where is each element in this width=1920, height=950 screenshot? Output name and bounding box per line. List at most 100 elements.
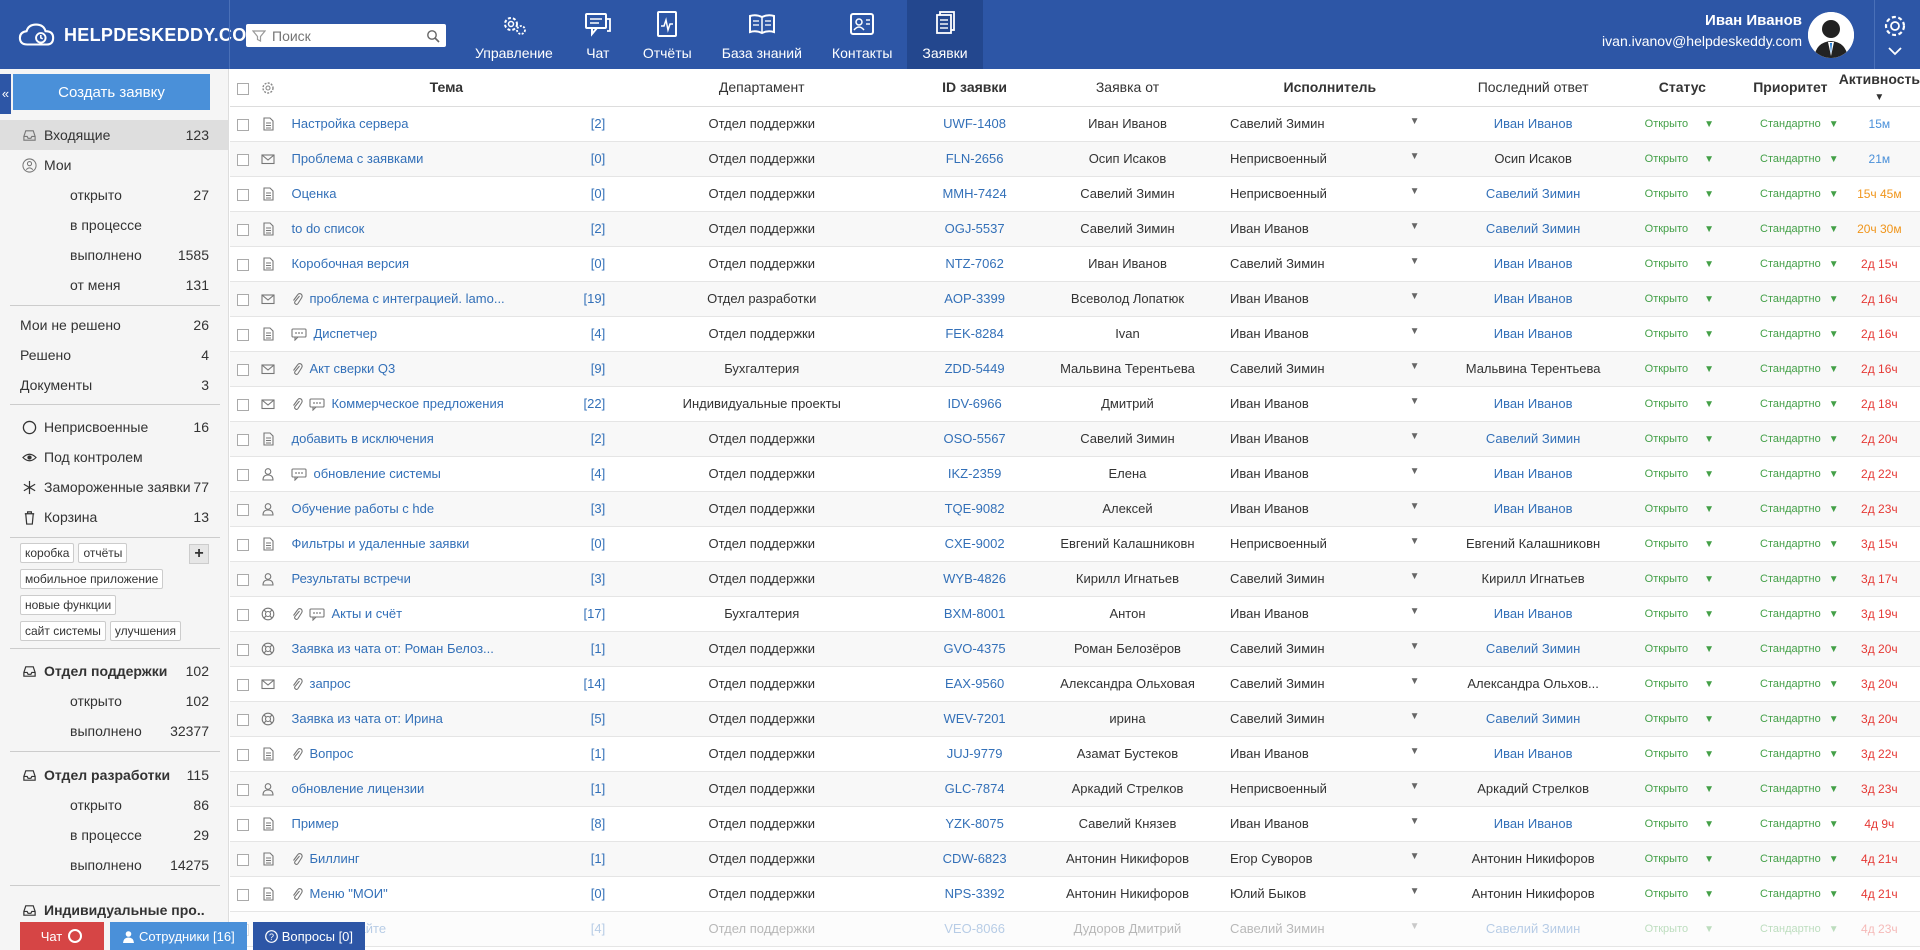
ticket-subject-link[interactable]: Фильтры и удаленные заявки (291, 536, 469, 551)
row-checkbox[interactable] (236, 433, 249, 446)
priority-select[interactable]: Стандартно ▼ (1742, 701, 1839, 737)
row-checkbox-cell[interactable] (230, 211, 256, 247)
ticket-id-link[interactable]: CXE-9002 (910, 526, 1039, 562)
staff-button[interactable]: Сотрудники [16] (110, 922, 247, 950)
table-row[interactable]: Акты и счёт [17] Бухгалтерия BXM-8001 Антон И… (230, 596, 1920, 632)
last-reply-cell[interactable]: Иван Иванов (1443, 596, 1623, 632)
ticket-id-link[interactable]: FEK-8284 (910, 316, 1039, 352)
ticket-id-link[interactable]: ZDD-5449 (910, 351, 1039, 387)
assignee-select[interactable]: Савелий Зимин ▼ (1216, 351, 1444, 387)
chevron-down-icon[interactable]: ▼ (1704, 364, 1714, 375)
nav-knowledge-base[interactable]: База знаний (707, 0, 817, 69)
sidebar-item-dept-support[interactable]: Отдел поддержки 102 (0, 656, 228, 686)
table-row[interactable]: Настройка сервера [2] Отдел поддержки UWF-1… (230, 106, 1920, 142)
table-row[interactable]: to do список [2] Отдел поддержки OGJ-5537 Са… (230, 211, 1920, 247)
ticket-id-link[interactable]: AOP-3399 (910, 281, 1039, 317)
logo[interactable]: HELPDESKEDDY.COM (18, 20, 262, 50)
sidebar-item-dept-support-open[interactable]: открыто 102 (0, 686, 228, 716)
assignee-select[interactable]: Савелий Зимин ▼ (1216, 631, 1444, 667)
column-header-activity[interactable]: Активность ▼ (1838, 69, 1920, 107)
ticket-id-link[interactable]: NPS-3392 (910, 876, 1039, 912)
status-select[interactable]: Открыто ▼ (1622, 806, 1743, 842)
column-header-assignee[interactable]: Исполнитель (1216, 69, 1444, 107)
row-checkbox-cell[interactable] (230, 176, 256, 212)
assignee-select[interactable]: Савелий Зимин ▼ (1216, 246, 1444, 282)
ticket-subject-cell[interactable]: Коммерческое предложения [22] (279, 386, 614, 422)
status-select[interactable]: Открыто ▼ (1622, 211, 1743, 247)
ticket-subject-link[interactable]: Диспетчер (313, 326, 377, 341)
chevron-down-icon[interactable]: ▼ (1410, 151, 1420, 162)
sidebar-item-solved[interactable]: Решено 4 (0, 340, 228, 370)
status-select[interactable]: Открыто ▼ (1622, 386, 1743, 422)
status-select[interactable]: Открыто ▼ (1622, 666, 1743, 702)
row-checkbox-cell[interactable] (230, 421, 256, 457)
row-checkbox[interactable] (236, 363, 249, 376)
row-checkbox-cell[interactable] (230, 806, 256, 842)
priority-select[interactable]: Стандартно ▼ (1742, 176, 1839, 212)
user-info[interactable]: Иван Иванов ivan.ivanov@helpdeskeddy.com (1602, 12, 1802, 49)
priority-select[interactable]: Стандартно ▼ (1742, 491, 1839, 527)
sidebar-item-dept-individual[interactable]: Индивидуальные про.. (0, 895, 228, 925)
row-checkbox-cell[interactable] (230, 526, 256, 562)
table-row[interactable]: Обучение работы с hde [3] Отдел поддержки T… (230, 491, 1920, 527)
assignee-select[interactable]: Иван Иванов ▼ (1216, 386, 1444, 422)
ticket-id-link[interactable]: FLN-2656 (910, 141, 1039, 177)
chevron-down-icon[interactable]: ▼ (1410, 291, 1420, 302)
last-reply-cell[interactable]: Иван Иванов (1443, 386, 1623, 422)
nav-management[interactable]: Управление (460, 0, 568, 69)
filter-icon[interactable] (252, 29, 266, 43)
chevron-down-icon[interactable]: ▼ (1704, 259, 1714, 270)
chevron-down-icon[interactable]: ▼ (1829, 329, 1839, 340)
row-checkbox[interactable] (236, 188, 249, 201)
row-checkbox[interactable] (236, 573, 249, 586)
assignee-select[interactable]: Неприсвоенный ▼ (1216, 141, 1444, 177)
row-checkbox[interactable] (236, 748, 249, 761)
settings-gear-icon[interactable] (1879, 10, 1911, 62)
ticket-id-link[interactable]: BXM-8001 (910, 596, 1039, 632)
ticket-subject-link[interactable]: Биллинг (309, 851, 359, 866)
status-select[interactable]: Открыто ▼ (1622, 841, 1743, 877)
chevron-down-icon[interactable]: ▼ (1829, 889, 1839, 900)
chevron-down-icon[interactable]: ▼ (1704, 574, 1714, 585)
chevron-down-icon[interactable]: ▼ (1704, 469, 1714, 480)
table-row[interactable]: Коммерческое предложения [22] Индивидуальн… (230, 386, 1920, 422)
priority-select[interactable]: Стандартно ▼ (1742, 806, 1839, 842)
table-row[interactable]: проблема с интеграцией. lamo... [19] Отдел… (230, 281, 1920, 317)
ticket-id-link[interactable]: VEO-8066 (910, 911, 1039, 947)
chevron-down-icon[interactable]: ▼ (1829, 819, 1839, 830)
chevron-down-icon[interactable]: ▼ (1829, 469, 1839, 480)
chevron-down-icon[interactable]: ▼ (1829, 189, 1839, 200)
table-row[interactable]: Биллинг [1] Отдел поддержки CDW-6823 Антонин… (230, 841, 1920, 877)
status-select[interactable]: Открыто ▼ (1622, 631, 1743, 667)
table-row[interactable]: обновление системы [4] Отдел поддержки IKZ-… (230, 456, 1920, 492)
ticket-subject-cell[interactable]: to do список [2] (279, 211, 614, 247)
last-reply-cell[interactable]: Савелий Зимин (1443, 211, 1623, 247)
chevron-down-icon[interactable]: ▼ (1829, 364, 1839, 375)
status-select[interactable]: Открыто ▼ (1622, 911, 1743, 947)
ticket-subject-cell[interactable]: обновление системы [4] (279, 456, 614, 492)
chevron-down-icon[interactable]: ▼ (1829, 434, 1839, 445)
sidebar-item-dept-dev-open[interactable]: открыто 86 (0, 790, 228, 820)
ticket-id-link[interactable]: GLC-7874 (910, 771, 1039, 807)
ticket-subject-link[interactable]: Проблема с заявками (291, 151, 423, 166)
chevron-down-icon[interactable]: ▼ (1829, 504, 1839, 515)
chevron-down-icon[interactable]: ▼ (1410, 606, 1420, 617)
row-checkbox[interactable] (236, 888, 249, 901)
tag[interactable]: мобильное приложение (20, 569, 164, 589)
assignee-select[interactable]: Иван Иванов ▼ (1216, 596, 1444, 632)
row-checkbox[interactable] (236, 258, 249, 271)
chevron-down-icon[interactable]: ▼ (1829, 224, 1839, 235)
ticket-id-link[interactable]: MMH-7424 (910, 176, 1039, 212)
row-checkbox[interactable] (236, 328, 249, 341)
chevron-down-icon[interactable]: ▼ (1410, 361, 1420, 372)
chevron-down-icon[interactable]: ▼ (1829, 294, 1839, 305)
status-select[interactable]: Открыто ▼ (1622, 771, 1743, 807)
row-checkbox-cell[interactable] (230, 771, 256, 807)
chevron-down-icon[interactable]: ▼ (1410, 501, 1420, 512)
ticket-subject-link[interactable]: обновление системы (313, 466, 440, 481)
row-checkbox-cell[interactable] (230, 876, 256, 912)
ticket-subject-link[interactable]: Обучение работы с hde (291, 501, 434, 516)
ticket-id-link[interactable]: WEV-7201 (910, 701, 1039, 737)
tag[interactable]: сайт системы (20, 621, 106, 641)
status-select[interactable]: Открыто ▼ (1622, 596, 1743, 632)
